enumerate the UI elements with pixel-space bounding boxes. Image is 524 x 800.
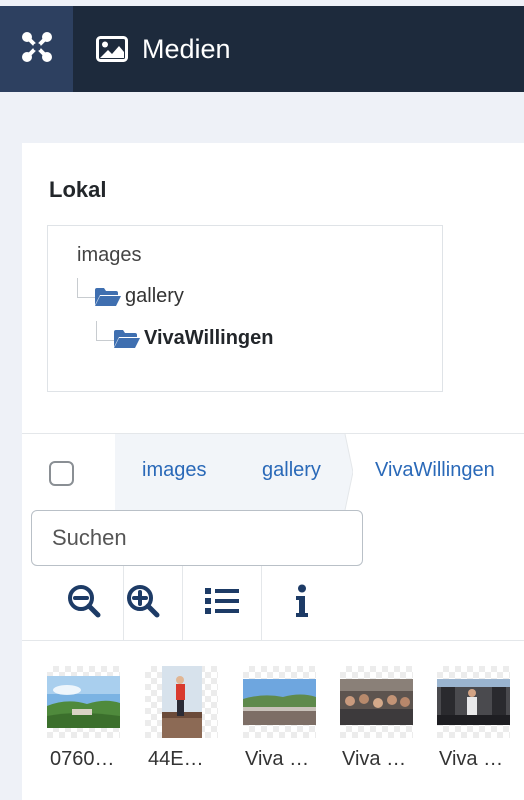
- media-toolbar: [22, 566, 524, 641]
- landscape-photo: [47, 676, 120, 728]
- tree-connector: [96, 321, 114, 341]
- tree-item-vivawillingen[interactable]: VivaWillingen: [113, 327, 273, 350]
- search-input[interactable]: [31, 510, 363, 566]
- zoom-out-icon: [66, 583, 102, 624]
- zoom-in-icon: [125, 583, 161, 624]
- info-icon: [294, 584, 310, 623]
- media-item-thumbnail[interactable]: [437, 666, 510, 738]
- tree-item-label: gallery: [125, 285, 184, 307]
- breadcrumb-item-vivawillingen[interactable]: VivaWillingen: [375, 459, 495, 482]
- image-icon: [96, 36, 128, 62]
- media-item-label: 44E…: [148, 748, 204, 770]
- section-title-local: Lokal: [49, 177, 107, 202]
- page-title: Medien: [96, 6, 231, 92]
- home-logo-button[interactable]: [0, 6, 73, 92]
- folder-open-icon: [94, 287, 122, 307]
- media-item-thumbnail[interactable]: [340, 666, 413, 738]
- zoom-in-button[interactable]: [104, 566, 183, 641]
- breadcrumb-separator: [337, 434, 353, 510]
- media-item-label: 0760…: [50, 748, 115, 770]
- breadcrumb: images gallery VivaWillingen: [115, 434, 524, 510]
- stage-photo: [437, 679, 510, 725]
- folder-open-icon: [113, 329, 141, 349]
- media-item-label: Viva …: [439, 748, 504, 770]
- info-button[interactable]: [262, 566, 341, 641]
- select-all-checkbox[interactable]: [49, 461, 74, 486]
- crowd-photo: [340, 679, 413, 725]
- media-item-label: Viva …: [245, 748, 310, 770]
- tree-connector: [77, 278, 95, 298]
- list-view-button[interactable]: [183, 566, 262, 641]
- crowd-photo: [243, 679, 316, 725]
- media-manager-card: Lokal images gallery VivaWillingen image…: [22, 143, 524, 800]
- list-view-icon: [204, 585, 240, 622]
- header-bar: Medien: [0, 6, 524, 92]
- concert-photo: [161, 666, 202, 738]
- breadcrumb-item-gallery[interactable]: gallery: [262, 459, 321, 482]
- page-title-text: Medien: [142, 33, 231, 64]
- folder-tree: images gallery VivaWillingen: [47, 225, 443, 392]
- media-item-thumbnail[interactable]: [145, 666, 218, 738]
- tree-item-label: VivaWillingen: [144, 327, 274, 349]
- tree-item-images[interactable]: images: [77, 244, 141, 267]
- tree-item-gallery[interactable]: gallery: [94, 285, 184, 308]
- media-item-thumbnail[interactable]: [47, 666, 120, 738]
- breadcrumb-item-images[interactable]: images: [142, 459, 206, 482]
- joomla-logo-icon: [19, 29, 55, 70]
- media-item-thumbnail[interactable]: [243, 666, 316, 738]
- media-item-label: Viva …: [342, 748, 407, 770]
